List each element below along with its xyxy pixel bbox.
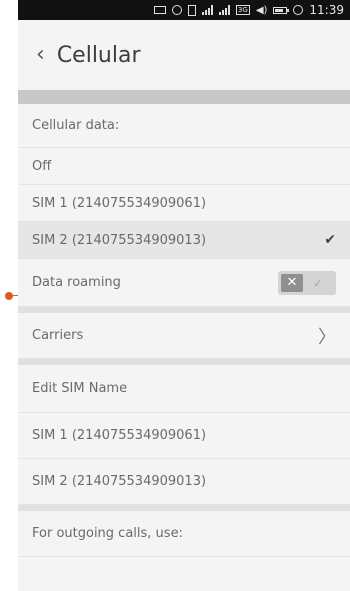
option-label: Off xyxy=(32,158,52,174)
carriers-label: Carriers xyxy=(32,328,84,343)
chevron-right-icon: 〉 xyxy=(318,326,336,348)
phone-screen: 3G ◀) 11:39 ‹ Cellular Cellular data: Of… xyxy=(18,0,350,591)
section-label: Cellular data: xyxy=(32,118,120,133)
edit-sim2-row[interactable]: SIM 2 (214075534909013) xyxy=(18,459,350,505)
section-header-edit-sim: Edit SIM Name xyxy=(18,365,350,413)
section-label: Edit SIM Name xyxy=(32,381,128,396)
data-roaming-row: Data roaming ✕ ✓ xyxy=(18,259,350,307)
section-header-outgoing-calls: For outgoing calls, use: xyxy=(18,511,350,557)
sim-name-label: SIM 2 (214075534909013) xyxy=(32,474,207,489)
option-sim1[interactable]: SIM 1 (214075534909061) xyxy=(18,185,350,222)
header-divider xyxy=(18,90,350,104)
clock-icon xyxy=(293,3,304,17)
data-roaming-switch[interactable]: ✕ ✓ xyxy=(278,270,336,295)
battery-icon xyxy=(273,3,290,17)
carriers-row[interactable]: Carriers 〉 xyxy=(18,313,350,359)
option-label: SIM 2 (214075534909013) xyxy=(32,232,207,248)
envelope-icon xyxy=(153,3,166,17)
data-roaming-label: Data roaming xyxy=(32,275,121,290)
sim-icon xyxy=(187,3,196,17)
switch-on-icon: ✓ xyxy=(312,275,324,290)
option-off[interactable]: Off xyxy=(18,148,350,185)
option-sim2[interactable]: SIM 2 (214075534909013) ✔ xyxy=(18,222,350,259)
section-header-cellular-data: Cellular data: xyxy=(18,104,350,148)
annotation-dot xyxy=(5,292,13,300)
option-label: SIM 1 (214075534909061) xyxy=(32,195,207,211)
signal-icon xyxy=(218,3,230,17)
gps-icon xyxy=(171,3,182,17)
page-title: Cellular xyxy=(56,42,141,68)
page-header: ‹ Cellular xyxy=(18,20,350,90)
3g-icon: 3G xyxy=(235,5,250,15)
edit-sim1-row[interactable]: SIM 1 (214075534909061) xyxy=(18,413,350,459)
checkmark-icon: ✔ xyxy=(324,232,336,248)
status-time: 11:39 xyxy=(309,3,344,17)
back-button[interactable]: ‹ xyxy=(36,44,45,66)
signal-icon xyxy=(201,3,213,17)
sim-name-label: SIM 1 (214075534909061) xyxy=(32,428,207,443)
status-bar: 3G ◀) 11:39 xyxy=(18,0,350,20)
switch-off-icon: ✕ xyxy=(281,273,303,292)
volume-icon: ◀) xyxy=(255,4,268,16)
section-label: For outgoing calls, use: xyxy=(32,526,183,541)
